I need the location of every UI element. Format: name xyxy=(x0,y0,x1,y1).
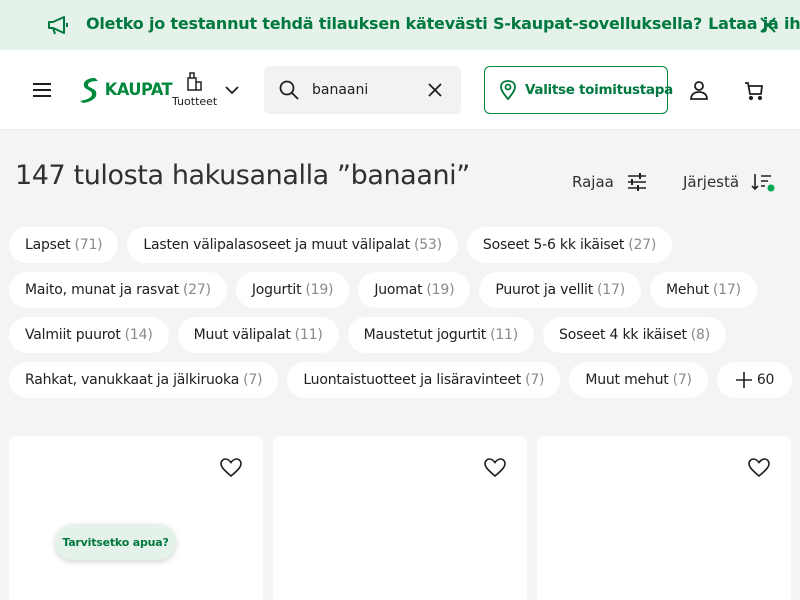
chip-label: Jogurtit xyxy=(251,282,302,298)
chip-count: (27) xyxy=(182,282,211,298)
chip-muut-valipalat[interactable]: Muut välipalat (11) xyxy=(177,317,339,353)
chip-luontaistuotteet[interactable]: Luontaistuotteet ja lisäravinteet (7) xyxy=(287,362,561,398)
s-kaupat-logo[interactable]: KAUPAT xyxy=(78,75,174,105)
location-pin-icon xyxy=(500,80,516,101)
search-input[interactable] xyxy=(312,78,422,102)
close-icon[interactable] xyxy=(755,12,781,38)
search-box xyxy=(264,66,461,114)
more-chips-button[interactable]: 60 xyxy=(716,362,793,398)
chip-valmiit-puurot[interactable]: Valmiit puurot (14) xyxy=(9,317,169,353)
chip-label: Maito, munat ja rasvat xyxy=(25,282,179,298)
chip-soseet-5-6kk[interactable]: Soseet 5-6 kk ikäiset (27) xyxy=(466,227,673,263)
chip-label: Lapset xyxy=(25,237,71,253)
chip-count: (71) xyxy=(74,237,103,253)
chip-label: Muut mehut xyxy=(585,372,669,388)
s-logo-icon xyxy=(80,78,98,103)
chip-count: (17) xyxy=(597,282,625,298)
chip-soseet-4kk[interactable]: Soseet 4 kk ikäiset (8) xyxy=(543,317,727,353)
chip-row: Rahkat, vanukkaat ja jälkiruoka (7) Luont… xyxy=(9,362,799,398)
chip-label: Lasten välipalasoseet ja muut välipalat xyxy=(143,237,410,253)
heart-icon[interactable] xyxy=(219,456,243,480)
chip-count: (19) xyxy=(305,282,334,298)
chip-label: Puurot ja vellit xyxy=(495,282,594,298)
chevron-down-icon xyxy=(225,86,239,95)
heart-icon[interactable] xyxy=(747,456,771,480)
delivery-label: Valitse toimitustapa xyxy=(525,82,673,98)
filter-button[interactable]: Rajaa xyxy=(572,170,648,194)
promo-banner: Oletko jo testannut tehdä tilauksen käte… xyxy=(0,0,800,50)
heart-icon[interactable] xyxy=(483,456,507,480)
delivery-method-button[interactable]: Valitse toimitustapa xyxy=(484,66,673,114)
chip-count: (11) xyxy=(490,327,519,343)
hamburger-icon[interactable] xyxy=(30,78,54,102)
plus-icon xyxy=(735,372,752,388)
results-title: 147 tulosta hakusanalla ”banaani” xyxy=(15,160,470,191)
product-card[interactable] xyxy=(273,436,527,600)
chip-count: (8) xyxy=(690,327,711,343)
category-chips: Lapset (71) Lasten välipalasoseet ja muut… xyxy=(9,227,799,407)
chip-count: (14) xyxy=(124,327,153,343)
clear-icon[interactable] xyxy=(424,79,446,101)
chip-count: (7) xyxy=(243,372,263,388)
product-card[interactable] xyxy=(537,436,791,600)
chip-label: Soseet 4 kk ikäiset xyxy=(559,327,687,343)
sort-button[interactable]: Järjestä xyxy=(683,170,775,194)
chip-muut-mehut[interactable]: Muut mehut (7) xyxy=(569,362,708,398)
more-chips-count: 60 xyxy=(756,372,775,388)
search-icon[interactable] xyxy=(278,79,300,101)
chip-label: Soseet 5-6 kk ikäiset xyxy=(482,237,625,253)
chip-count: (27) xyxy=(628,237,657,253)
chip-count: (7) xyxy=(672,372,692,388)
chip-lapset[interactable]: Lapset (71) xyxy=(9,227,119,263)
site-header: KAUPAT Tuotteet Valitse toimitustapa xyxy=(0,50,800,130)
chip-count: (53) xyxy=(413,237,442,253)
filter-label: Rajaa xyxy=(572,173,614,191)
chip-puurot-ja-vellit[interactable]: Puurot ja vellit (17) xyxy=(479,272,641,308)
chip-count: (7) xyxy=(525,372,545,388)
chip-label: Luontaistuotteet ja lisäravinteet xyxy=(303,372,522,388)
products-menu-button[interactable]: Tuotteet xyxy=(170,70,260,112)
logo-text: KAUPAT xyxy=(104,80,173,100)
filter-sliders-icon xyxy=(627,173,646,191)
cart-icon[interactable] xyxy=(743,79,765,101)
user-icon[interactable] xyxy=(688,79,710,101)
chip-label: Maustetut jogurtit xyxy=(363,327,487,343)
megaphone-icon xyxy=(48,16,68,35)
chip-label: Juomat xyxy=(374,282,423,298)
chip-juomat[interactable]: Juomat (19) xyxy=(358,272,471,308)
chip-count: (19) xyxy=(426,282,455,298)
promo-message: Oletko jo testannut tehdä tilauksen käte… xyxy=(86,14,703,33)
shopping-bag-icon xyxy=(187,72,202,91)
chip-count: (11) xyxy=(294,327,323,343)
chip-row: Valmiit puurot (14) Muut välipalat (11) Ma… xyxy=(9,317,799,353)
help-chat-button[interactable]: Tarvitsetko apua? xyxy=(55,524,176,560)
chip-label: Valmiit puurot xyxy=(25,327,121,343)
chip-mehut[interactable]: Mehut (17) xyxy=(649,272,757,308)
chip-count: (17) xyxy=(712,282,741,298)
sort-label: Järjestä xyxy=(683,173,740,191)
chip-jogurtit[interactable]: Jogurtit (19) xyxy=(235,272,350,308)
chip-maustetut-jogurtit[interactable]: Maustetut jogurtit (11) xyxy=(347,317,535,353)
chip-row: Maito, munat ja rasvat (27) Jogurtit (19) … xyxy=(9,272,799,308)
product-card[interactable] xyxy=(9,436,263,600)
sort-icon xyxy=(751,174,775,192)
chip-rahkat-vanukkaat[interactable]: Rahkat, vanukkaat ja jälkiruoka (7) xyxy=(9,362,279,398)
chip-label: Rahkat, vanukkaat ja jälkiruoka xyxy=(25,372,240,388)
chip-row: Lapset (71) Lasten välipalasoseet ja muut… xyxy=(9,227,799,263)
products-label: Tuotteet xyxy=(172,95,218,108)
chip-maito-munat-rasvat[interactable]: Maito, munat ja rasvat (27) xyxy=(9,272,227,308)
chip-label: Mehut xyxy=(665,282,709,298)
chip-label: Muut välipalat xyxy=(193,327,291,343)
promo-text: Oletko jo testannut tehdä tilauksen käte… xyxy=(86,14,800,33)
chip-lasten-valipalasoseet[interactable]: Lasten välipalasoseet ja muut välipalat(… xyxy=(127,227,458,263)
